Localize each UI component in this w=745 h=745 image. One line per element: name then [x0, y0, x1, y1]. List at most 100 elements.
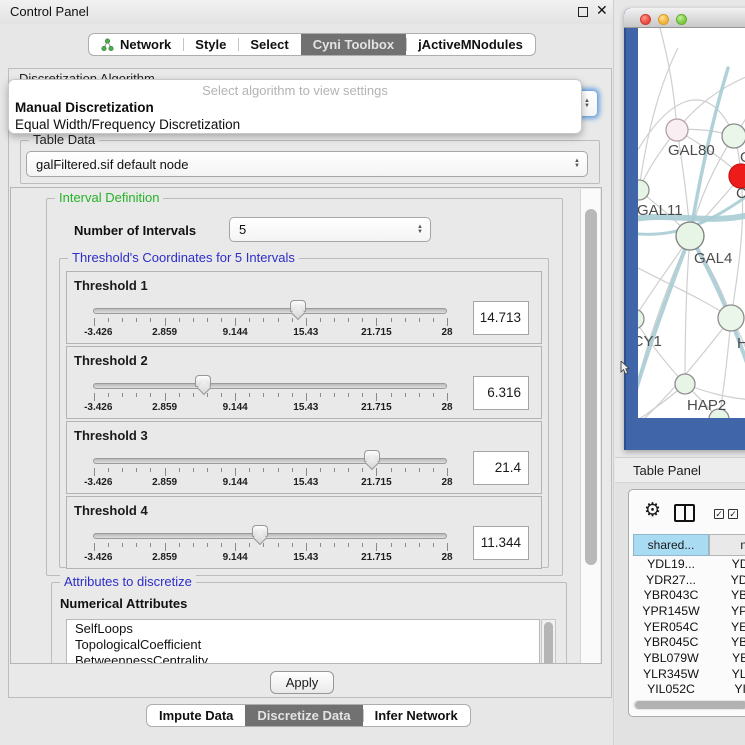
table-row[interactable]: YDL19...YDL1 [633, 556, 745, 572]
table-row[interactable]: YPR145WYPR1 [633, 603, 745, 619]
network-window-titlebar[interactable] [624, 8, 745, 28]
threshold-slider-track[interactable] [93, 383, 447, 389]
zoom-traffic-light-icon[interactable] [676, 14, 687, 25]
table-row[interactable]: YLR345WYLR3 [633, 666, 745, 682]
scrollbar-thumb[interactable] [585, 209, 597, 565]
table-row[interactable]: YIL052CYIL0 [633, 682, 745, 698]
threshold-value-field[interactable]: 21.4 [473, 451, 529, 485]
table-row[interactable]: YBL079WYBL0 [633, 650, 745, 666]
algorithm-dropdown-list: Select algorithm to view settings Manual… [8, 79, 582, 134]
threshold-slider-track[interactable] [93, 533, 447, 539]
close-icon[interactable]: ✕ [596, 2, 608, 19]
tick-label: 9.144 [223, 327, 248, 338]
table-panel-box: ⚙ ✓ ✓ shared... na YDL19...YDL1YDR27...Y… [628, 489, 745, 717]
tab-select[interactable]: Select [238, 34, 300, 55]
attribute-list-item[interactable]: BetweennessCentrality [67, 652, 539, 664]
minor-tick [108, 468, 109, 472]
network-node-label: GAL4 [694, 250, 732, 267]
apply-button[interactable]: Apply [270, 671, 334, 694]
close-traffic-light-icon[interactable] [640, 14, 651, 25]
minimize-traffic-light-icon[interactable] [658, 14, 669, 25]
threshold-slider-track[interactable] [93, 458, 447, 464]
minor-tick [122, 393, 123, 397]
stepper-icon: ▲▼ [584, 99, 590, 109]
table-row[interactable]: YDR27...YDR2 [633, 572, 745, 588]
network-node[interactable] [638, 309, 644, 329]
slider-thumb[interactable] [290, 300, 306, 312]
numerical-attributes-list[interactable]: SelfLoopsTopologicalCoefficientBetweenne… [66, 619, 540, 664]
checkbox-icon[interactable]: ✓ [728, 509, 738, 519]
control-panel-tabs: NetworkStyleSelectCyni ToolboxjActiveMNo… [88, 33, 536, 56]
tick-label: 21.715 [361, 402, 392, 413]
network-node-label: C [736, 185, 745, 202]
tab-jactivemnodules[interactable]: jActiveMNodules [406, 34, 535, 55]
attributes-list-scrollbar[interactable] [541, 619, 556, 664]
scrollbar-thumb[interactable] [635, 701, 745, 709]
tab-network[interactable]: Network [89, 34, 183, 55]
minor-tick [405, 468, 406, 472]
mouse-cursor-icon [620, 361, 632, 375]
minor-tick [122, 543, 123, 547]
num-intervals-label: Number of Intervals [74, 223, 196, 238]
threshold-panel: Threshold 3-3.4262.8599.14415.4321.71528… [66, 421, 542, 494]
column-header-name[interactable]: na [709, 534, 745, 556]
gear-icon[interactable]: ⚙ [644, 501, 661, 520]
checkbox-icon[interactable]: ✓ [714, 509, 724, 519]
threshold-value-field[interactable]: 14.713 [473, 301, 529, 335]
slider-thumb[interactable] [195, 375, 211, 387]
network-node[interactable] [722, 124, 745, 148]
network-node[interactable] [666, 119, 688, 141]
network-canvas[interactable]: GAL80GACGAL11GAL4GCY1HHAP2 [638, 28, 745, 418]
table-row[interactable]: YBR045CYBR0 [633, 634, 745, 650]
num-intervals-combobox[interactable]: 5 ▲▼ [229, 217, 431, 242]
dropdown-placeholder[interactable]: Select algorithm to view settings [9, 80, 581, 99]
tab-cyni-toolbox[interactable]: Cyni Toolbox [301, 34, 406, 55]
dropdown-item-equal-width[interactable]: Equal Width/Frequency Discretization [9, 116, 581, 133]
major-tick [165, 318, 166, 326]
settings-vertical-scrollbar[interactable] [580, 189, 600, 664]
threshold-slider-track[interactable] [93, 308, 447, 314]
minor-tick [136, 318, 137, 322]
threshold-panel: Threshold 2-3.4262.8599.14415.4321.71528… [66, 346, 542, 419]
table-horizontal-scrollbar[interactable] [633, 700, 745, 710]
network-view-window: GAL80GACGAL11GAL4GCY1HHAP2 [624, 8, 745, 450]
minor-tick [391, 393, 392, 397]
table-row[interactable]: YER054CYER0 [633, 619, 745, 635]
table-data-combobox[interactable]: galFiltered.sif default node ▲▼ [26, 151, 588, 177]
slider-thumb[interactable] [364, 450, 380, 462]
stepper-icon: ▲▼ [574, 159, 580, 169]
tab-label: Discretize Data [257, 708, 350, 723]
minor-tick [391, 468, 392, 472]
slider-thumb[interactable] [252, 525, 268, 537]
float-window-icon[interactable] [578, 7, 588, 17]
slider-tick-labels: -3.4262.8599.14415.4321.71528 [94, 477, 448, 489]
network-node[interactable] [675, 374, 695, 394]
threshold-value-field[interactable]: 6.316 [473, 376, 529, 410]
network-node[interactable] [676, 222, 704, 250]
minor-tick [193, 543, 194, 547]
attribute-list-item[interactable]: TopologicalCoefficient [67, 636, 539, 652]
scrollbar-thumb[interactable] [544, 622, 553, 664]
minor-tick [391, 318, 392, 322]
major-tick [235, 468, 236, 476]
network-node[interactable] [718, 305, 744, 331]
column-header-shared-name[interactable]: shared... [633, 534, 709, 556]
cell-shared-name: YER054C [633, 619, 709, 635]
table-row[interactable]: YBR043CYBR0 [633, 587, 745, 603]
tab-discretize-data[interactable]: Discretize Data [245, 705, 362, 726]
tab-infer-network[interactable]: Infer Network [363, 705, 470, 726]
attribute-list-item[interactable]: SelfLoops [67, 620, 539, 636]
threshold-value-field[interactable]: 11.344 [473, 526, 529, 560]
minor-tick [348, 318, 349, 322]
minor-tick [292, 468, 293, 472]
minor-tick [348, 468, 349, 472]
tab-style[interactable]: Style [183, 34, 238, 55]
major-tick [376, 318, 377, 326]
minor-tick [108, 318, 109, 322]
dropdown-item-manual[interactable]: Manual Discretization [9, 99, 581, 116]
tick-label: 9.144 [223, 552, 248, 563]
major-tick [94, 468, 95, 476]
columns-icon[interactable] [674, 504, 695, 522]
table-data-group: Table Data galFiltered.sif default node … [20, 140, 600, 184]
tab-impute-data[interactable]: Impute Data [147, 705, 245, 726]
